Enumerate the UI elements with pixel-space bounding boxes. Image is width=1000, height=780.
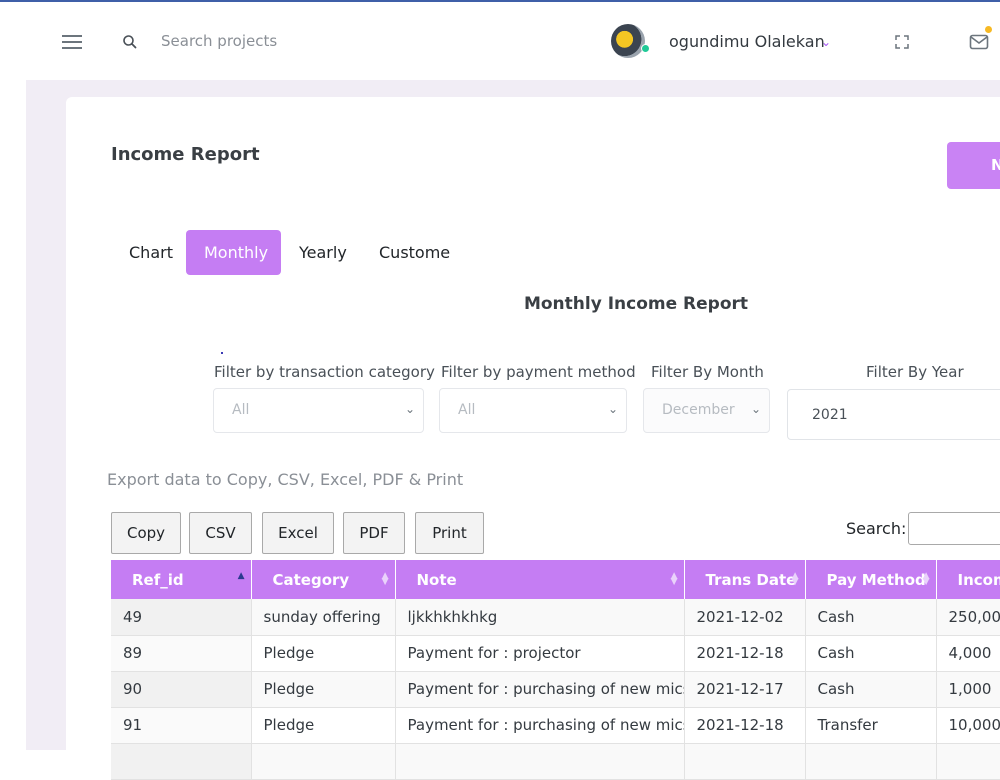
sort-icon: ▲▼ xyxy=(923,573,930,585)
sort-icon: ▲▼ xyxy=(671,573,678,585)
month-filter-label: Filter By Month xyxy=(651,363,764,381)
search-input[interactable] xyxy=(153,26,453,56)
top-navbar: ogundimu Olalekan ⌄ xyxy=(0,2,1000,80)
column-header-category[interactable]: Category ▲▼ xyxy=(251,560,395,599)
tab-custome[interactable]: Custome xyxy=(361,230,461,275)
chevron-down-icon[interactable]: ⌄ xyxy=(821,35,831,49)
month-select[interactable]: December ⌄ xyxy=(643,388,770,433)
payment-select[interactable]: All ⌄ xyxy=(439,388,627,433)
cell-trans-date: 2021-12-18 xyxy=(684,635,805,671)
year-input[interactable]: 2021 xyxy=(787,389,1000,440)
cell-category: Pledge xyxy=(251,707,395,743)
cell-note: Payment for : projector xyxy=(395,635,684,671)
cell-category: sunday offering xyxy=(251,599,395,635)
cell-pay-method: Transfer xyxy=(805,707,936,743)
print-button[interactable]: Print xyxy=(415,512,484,554)
cell-ref-id xyxy=(111,743,251,779)
stray-dot xyxy=(221,352,223,354)
column-header-pay-method[interactable]: Pay Method▲▼ xyxy=(805,560,936,599)
cell-pay-method: Cash xyxy=(805,635,936,671)
table-header-row: Ref_id▲ Category▲▼ Note▲▼ Trans Date▲▼ P… xyxy=(111,560,1000,599)
month-select-value: December xyxy=(662,402,735,418)
cell-trans-date: 2021-12-02 xyxy=(684,599,805,635)
chevron-down-icon: ⌄ xyxy=(608,402,618,416)
cell-income: 1,000 xyxy=(936,671,1000,707)
cell-note xyxy=(395,743,684,779)
cell-pay-method: Cash xyxy=(805,599,936,635)
column-header-label: Ref_id xyxy=(132,571,184,589)
cell-income: 4,000 xyxy=(936,635,1000,671)
column-header-label: Trans Date xyxy=(706,571,797,589)
menu-icon[interactable] xyxy=(62,35,82,49)
payment-select-value: All xyxy=(458,402,475,418)
cell-note: ljkkhkhkhkg xyxy=(395,599,684,635)
table-row: 89 Pledge Payment for : projector 2021-1… xyxy=(111,635,1000,671)
pdf-button[interactable]: PDF xyxy=(343,512,405,554)
mail-icon[interactable] xyxy=(969,34,989,50)
column-header-trans-date[interactable]: Trans Date▲▼ xyxy=(684,560,805,599)
column-header-note[interactable]: Note ▲▼ xyxy=(395,560,684,599)
csv-button[interactable]: CSV xyxy=(189,512,252,554)
chevron-down-icon: ⌄ xyxy=(405,402,415,416)
table-row: 49 sunday offering ljkkhkhkhkg 2021-12-0… xyxy=(111,599,1000,635)
search-icon xyxy=(121,33,139,51)
cell-ref-id: 49 xyxy=(111,599,251,635)
tab-yearly[interactable]: Yearly xyxy=(281,230,361,275)
payment-filter-label: Filter by payment method xyxy=(441,363,636,381)
excel-button[interactable]: Excel xyxy=(262,512,334,554)
column-header-label: Category xyxy=(273,571,350,589)
cell-ref-id: 90 xyxy=(111,671,251,707)
cell-trans-date xyxy=(684,743,805,779)
column-header-label: Note xyxy=(417,571,457,589)
category-filter-label: Filter by transaction category xyxy=(214,363,435,381)
sort-icon: ▲▼ xyxy=(792,573,799,585)
cell-category: Pledge xyxy=(251,671,395,707)
table-row: 91 Pledge Payment for : purchasing of ne… xyxy=(111,707,1000,743)
cell-category: Pledge xyxy=(251,635,395,671)
cell-trans-date: 2021-12-18 xyxy=(684,707,805,743)
report-heading: Monthly Income Report xyxy=(480,294,792,314)
cell-pay-method xyxy=(805,743,936,779)
user-avatar[interactable] xyxy=(611,24,645,58)
table-search-label: Search: xyxy=(846,519,906,538)
online-status-dot xyxy=(641,44,650,53)
table-row xyxy=(111,743,1000,779)
chevron-down-icon: ⌄ xyxy=(751,402,761,416)
user-menu-name[interactable]: ogundimu Olalekan xyxy=(669,32,825,51)
cell-note: Payment for : purchasing of new mics xyxy=(395,671,684,707)
new-income-button[interactable]: N xyxy=(947,142,1000,189)
copy-button[interactable]: Copy xyxy=(111,512,181,554)
tab-chart[interactable]: Chart xyxy=(111,230,186,275)
cell-pay-method: Cash xyxy=(805,671,936,707)
category-select[interactable]: All ⌄ xyxy=(213,388,424,433)
sort-asc-icon: ▲ xyxy=(238,573,245,579)
cell-trans-date: 2021-12-17 xyxy=(684,671,805,707)
year-filter-label: Filter By Year xyxy=(866,363,964,381)
cell-note: Payment for : purchasing of new mics xyxy=(395,707,684,743)
sort-icon: ▲▼ xyxy=(382,573,389,585)
cell-income: 10,000 xyxy=(936,707,1000,743)
export-hint: Export data to Copy, CSV, Excel, PDF & P… xyxy=(107,470,463,489)
table-row: 90 Pledge Payment for : purchasing of ne… xyxy=(111,671,1000,707)
column-header-label: Incom xyxy=(958,571,1000,589)
fullscreen-icon[interactable] xyxy=(894,34,910,50)
page-title: Income Report xyxy=(111,144,260,165)
cell-income: 250,000 xyxy=(936,599,1000,635)
cell-income xyxy=(936,743,1000,779)
cell-ref-id: 91 xyxy=(111,707,251,743)
cell-ref-id: 89 xyxy=(111,635,251,671)
income-table: Ref_id▲ Category▲▼ Note▲▼ Trans Date▲▼ P… xyxy=(111,560,1000,780)
category-select-value: All xyxy=(232,402,249,418)
cell-category xyxy=(251,743,395,779)
column-header-ref-id[interactable]: Ref_id ▲ xyxy=(111,560,251,599)
column-header-label: Pay Method xyxy=(827,571,926,589)
tab-monthly[interactable]: Monthly xyxy=(186,230,281,275)
table-search-input[interactable] xyxy=(908,512,1000,545)
notification-dot xyxy=(985,26,992,33)
column-header-income[interactable]: Incom xyxy=(936,560,1000,599)
